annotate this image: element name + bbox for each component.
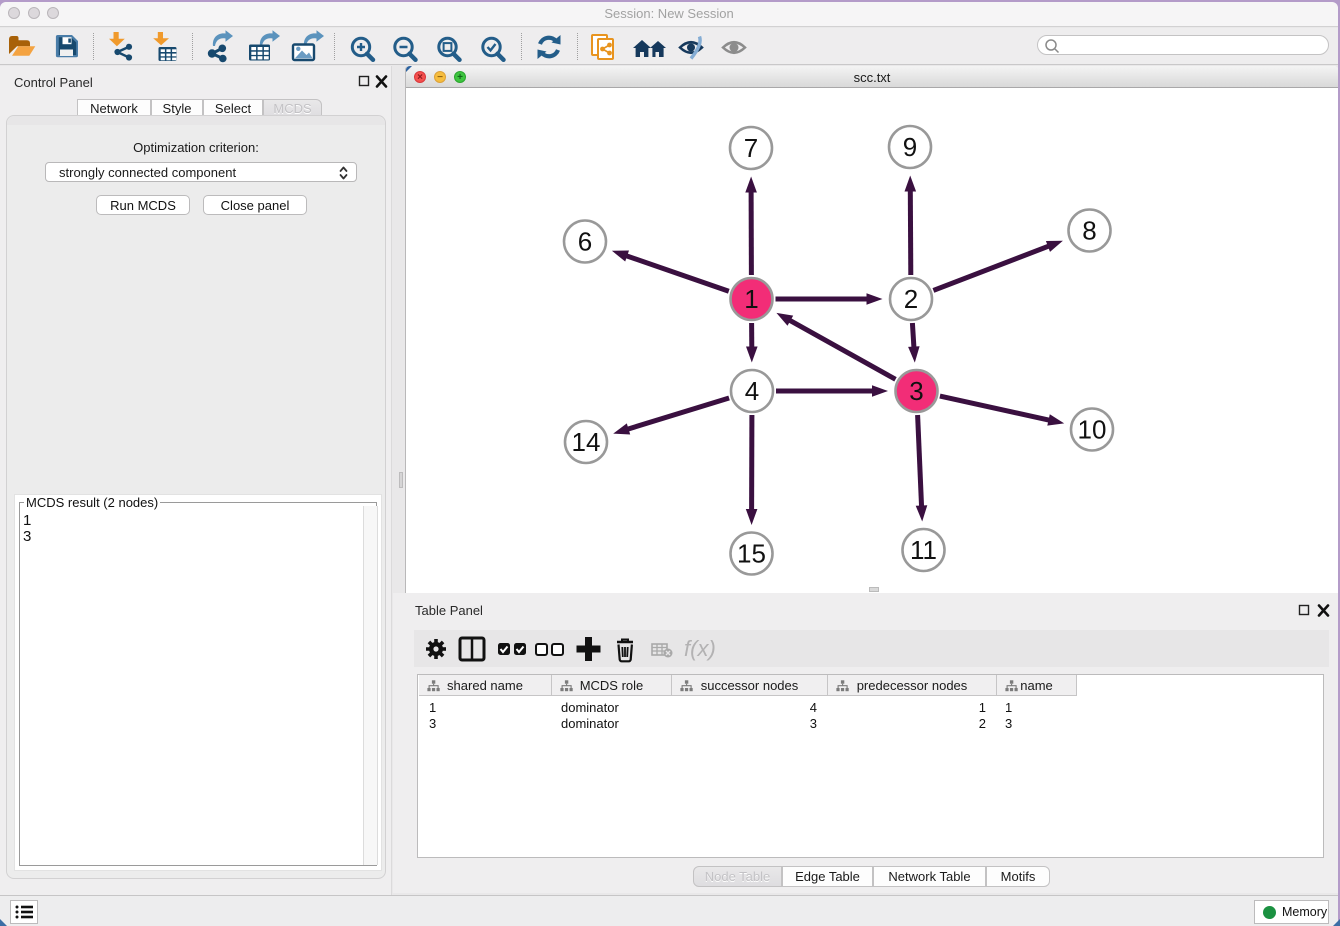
svg-text:10: 10 <box>1078 415 1107 445</box>
svg-text:2: 2 <box>904 284 918 314</box>
svg-text:f(x): f(x) <box>684 636 716 661</box>
svg-text:1: 1 <box>744 284 758 314</box>
svg-text:11: 11 <box>910 535 937 565</box>
svg-text:4: 4 <box>745 376 759 406</box>
svg-text:7: 7 <box>744 133 758 163</box>
svg-text:8: 8 <box>1082 216 1096 246</box>
svg-text:15: 15 <box>737 539 766 569</box>
svg-text:6: 6 <box>578 227 592 257</box>
svg-text:14: 14 <box>572 427 601 457</box>
svg-text:3: 3 <box>909 376 923 406</box>
svg-text:9: 9 <box>903 132 917 162</box>
